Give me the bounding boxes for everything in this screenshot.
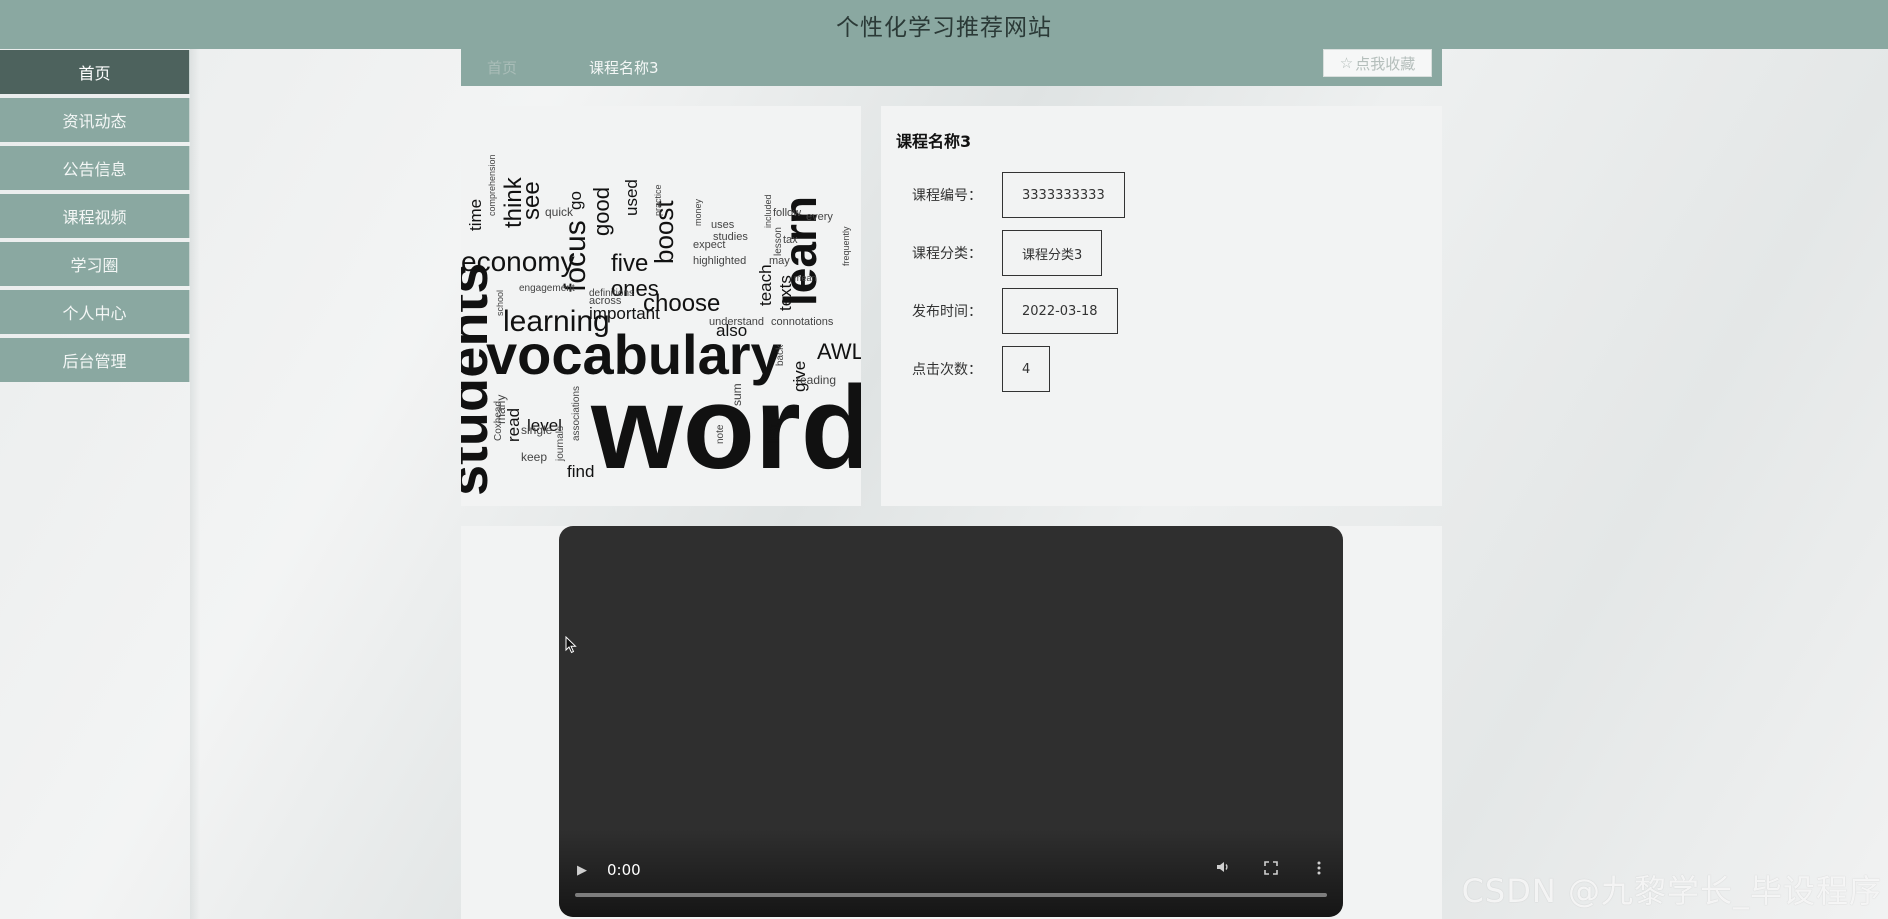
word-cloud-word: lesson xyxy=(773,227,784,256)
sidebar-item-study-circle[interactable]: 学习圈 xyxy=(0,242,190,286)
sidebar-item-admin[interactable]: 后台管理 xyxy=(0,338,190,382)
word-cloud-word: engagement xyxy=(519,283,575,294)
word-cloud-word: sum xyxy=(730,383,744,406)
field-publish-time: 发布时间： 2022-03-18 xyxy=(896,288,1118,334)
video-controls: ▶ 0:00 xyxy=(559,829,1343,917)
word-cloud-word: studies xyxy=(713,231,748,243)
word-cloud-word: uses xyxy=(711,219,735,231)
word-cloud-word: good xyxy=(589,187,614,236)
word-cloud-word: every xyxy=(806,211,833,223)
word-cloud-word: go xyxy=(566,191,585,210)
course-info-panel: 课程名称3 课程编号： 3333333333 课程分类： 课程分类3 发布时间：… xyxy=(881,106,1442,506)
field-click-count: 点击次数： 4 xyxy=(896,346,1051,392)
sidebar-item-announcements[interactable]: 公告信息 xyxy=(0,146,190,190)
word-cloud-word: single xyxy=(521,423,553,437)
video-time: 0:00 xyxy=(607,861,641,879)
breadcrumb: 首页 课程名称3 ☆ 点我收藏 xyxy=(461,49,1442,86)
word-cloud-word: highlighted xyxy=(693,255,746,267)
word-cloud-word: reading xyxy=(796,373,836,387)
play-icon[interactable]: ▶ xyxy=(577,863,587,878)
field-label: 课程分类： xyxy=(912,246,982,262)
word-cloud-word: list xyxy=(764,423,783,444)
word-cloud-word: note xyxy=(715,424,726,444)
word-cloud-word: tax xyxy=(783,234,798,246)
word-cloud-word: school xyxy=(495,290,505,316)
word-cloud-word: connotations xyxy=(771,316,834,328)
course-video-player[interactable]: ▶ 0:00 xyxy=(559,526,1343,917)
sidebar-nav: 首页 资讯动态 公告信息 课程视频 学习圈 个人中心 后台管理 xyxy=(0,50,190,386)
field-course-category: 课程分类： 课程分类3 xyxy=(896,230,1103,276)
watermark: CSDN @九黎学长_毕设程序 xyxy=(1461,872,1882,910)
sidebar-item-course-videos[interactable]: 课程视频 xyxy=(0,194,190,238)
word-cloud-word: used xyxy=(622,179,641,216)
word-cloud-word: money xyxy=(693,198,703,226)
sidebar-shadow xyxy=(190,49,200,919)
field-label: 点击次数： xyxy=(912,362,982,378)
field-label: 发布时间： xyxy=(912,304,982,320)
field-label: 课程编号： xyxy=(912,188,982,204)
video-panel: ▶ 0:00 xyxy=(461,526,1442,919)
word-cloud-word: back xyxy=(775,344,786,366)
field-value: 3333333333 xyxy=(1002,172,1125,218)
word-cloud-word: five xyxy=(611,250,648,277)
word-cloud-word: mean xyxy=(794,273,817,283)
word-cloud-word: comprehension xyxy=(487,154,497,216)
word-cloud-word: Coxhead xyxy=(493,401,504,441)
field-course-id: 课程编号： 3333333333 xyxy=(896,172,1125,218)
word-cloud-word: time xyxy=(466,199,485,231)
word-cloud-word: texts xyxy=(776,275,795,311)
site-header: 个性化学习推荐网站 xyxy=(0,0,1888,49)
mouse-cursor-icon xyxy=(565,636,577,654)
site-title: 个性化学习推荐网站 xyxy=(836,14,1052,41)
word-cloud-word: understand xyxy=(709,316,764,328)
word-cloud-word: economy xyxy=(461,246,575,277)
favorite-button[interactable]: ☆ 点我收藏 xyxy=(1323,49,1432,77)
word-cloud-word: included xyxy=(763,194,773,228)
word-cloud-word: students xyxy=(461,263,499,496)
sidebar-item-home[interactable]: 首页 xyxy=(0,50,190,94)
word-cloud-word: journals xyxy=(555,426,566,462)
course-image: word vocabulary students learning learn econo… xyxy=(461,106,861,506)
word-cloud-word: find xyxy=(567,462,594,481)
word-cloud-word: keep xyxy=(521,450,547,464)
field-value: 课程分类3 xyxy=(1002,230,1103,276)
word-cloud-word: focus xyxy=(559,220,592,292)
video-progress-bar[interactable] xyxy=(575,893,1327,897)
field-value: 4 xyxy=(1002,346,1051,392)
star-icon: ☆ xyxy=(1339,54,1354,72)
breadcrumb-home-link[interactable]: 首页 xyxy=(487,57,547,78)
word-cloud-word: frequently xyxy=(841,226,851,266)
word-cloud-word: follow xyxy=(773,207,801,219)
course-name: 课程名称3 xyxy=(896,132,972,151)
favorite-button-label: 点我收藏 xyxy=(1355,54,1416,73)
breadcrumb-current: 课程名称3 xyxy=(589,59,659,77)
word-cloud-word: across xyxy=(589,295,622,307)
more-options-icon[interactable] xyxy=(1317,861,1321,879)
word-cloud-word: associations xyxy=(571,386,582,441)
sidebar-item-personal-center[interactable]: 个人中心 xyxy=(0,290,190,334)
word-cloud-image: wordvocabularystudents learninglearnecono… xyxy=(461,154,861,496)
word-cloud-word: AWL xyxy=(817,339,861,364)
word-cloud-word: teach xyxy=(756,264,775,306)
sidebar-item-news[interactable]: 资讯动态 xyxy=(0,98,190,142)
volume-icon[interactable] xyxy=(1215,859,1231,879)
word-cloud-word: practice xyxy=(653,184,663,216)
word-cloud-word: think xyxy=(500,176,527,228)
fullscreen-icon[interactable] xyxy=(1264,861,1278,879)
field-value: 2022-03-18 xyxy=(1002,288,1118,334)
